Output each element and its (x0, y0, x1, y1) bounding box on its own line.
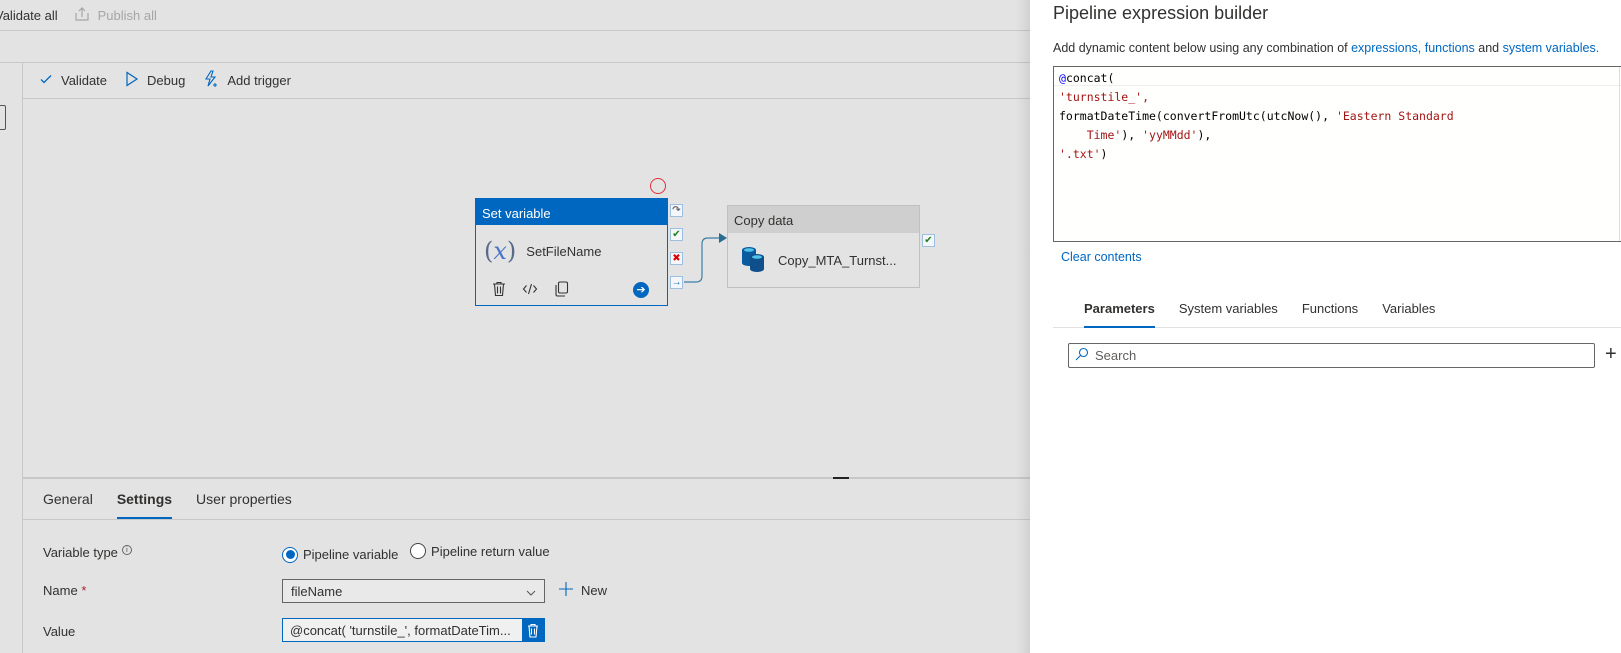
copy-icon[interactable] (554, 280, 569, 300)
radio-button[interactable] (282, 546, 298, 563)
radio-label: Pipeline return value (431, 543, 550, 559)
validate-all-label: Validate all (0, 7, 58, 23)
activity-name: SetFileName (526, 243, 602, 259)
debug-button[interactable]: Debug (125, 71, 185, 90)
set-variable-activity[interactable]: Set variable (x) SetFileName ➔ (475, 198, 668, 306)
code-icon[interactable] (522, 282, 538, 299)
completion-port-icon[interactable]: → (670, 276, 683, 289)
code-line: formatDateTime(convertFromUtc(utcNow(), … (1059, 109, 1454, 123)
properties-tabs: General Settings User properties (23, 479, 1030, 520)
search-placeholder: Search (1095, 348, 1137, 363)
top-command-bar: Validate all Publish all (0, 0, 1030, 31)
panel-title: Pipeline expression builder (1053, 3, 1269, 23)
tab-variables[interactable]: Variables (1382, 297, 1435, 328)
name-label: Name * (43, 583, 86, 598)
code-line: 'turnstile_', (1059, 90, 1150, 104)
failure-port-icon[interactable]: ✖ (670, 252, 683, 265)
activity-type-label: Set variable (476, 199, 667, 225)
activity-type-label: Copy data (728, 206, 919, 233)
tab-general[interactable]: General (43, 491, 93, 519)
plus-icon (559, 582, 573, 599)
clear-contents-link[interactable]: Clear contents (1061, 250, 1142, 264)
code-line-tail: ), 'yyMMdd'), (1121, 128, 1212, 142)
database-icon (740, 245, 766, 276)
publish-all-button[interactable]: Publish all (74, 6, 157, 25)
validate-label: Validate (61, 73, 108, 88)
tab-settings[interactable]: Settings (116, 491, 173, 519)
variable-name-dropdown[interactable]: fileName (282, 579, 545, 603)
required-asterisk: * (81, 583, 87, 598)
variable-x-icon: (x) (484, 237, 517, 265)
builder-description: Add dynamic content below using any comb… (1053, 41, 1599, 55)
tab-functions[interactable]: Functions (1302, 297, 1358, 328)
code-line: '.txt' (1059, 147, 1101, 161)
system-variables-link[interactable]: system variables. (1503, 41, 1600, 55)
search-input[interactable]: Search (1068, 343, 1595, 368)
activities-collapsed-strip (0, 63, 23, 653)
publish-all-label: Publish all (97, 7, 157, 23)
go-to-arrow-icon[interactable]: ➔ (633, 282, 649, 298)
success-port-icon[interactable]: ✔ (922, 234, 935, 247)
expressions-functions-link[interactable]: expressions, functions (1351, 41, 1475, 55)
tab-user-properties[interactable]: User properties (196, 491, 292, 519)
tab-parameters[interactable]: Parameters (1084, 297, 1155, 328)
debug-label: Debug (147, 73, 186, 88)
checkmark-icon (39, 72, 53, 89)
new-variable-button[interactable]: New (559, 582, 607, 599)
validate-button[interactable]: Validate (39, 72, 107, 89)
builder-tabs: Parameters System variables Functions Va… (1053, 297, 1621, 328)
variable-type-radio-group: Pipeline variable Pipeline return value (282, 543, 558, 563)
description-text: Add dynamic content below using any comb… (1053, 41, 1352, 55)
tab-row (0, 31, 1030, 63)
new-label: New (581, 583, 608, 598)
tab-system-variables[interactable]: System variables (1179, 297, 1278, 328)
pipeline-toolbar: Validate Debug Add trigger (23, 63, 1030, 99)
activity-name: Copy_MTA_Turnst... (778, 252, 897, 268)
variable-type-label: Variable type i (43, 545, 132, 560)
trash-icon (528, 623, 538, 638)
radio-button[interactable] (410, 543, 427, 559)
info-icon[interactable]: i (121, 545, 132, 555)
copy-data-activity[interactable]: Copy data Copy_MTA_Turnst... (727, 205, 920, 288)
add-parameter-button[interactable]: + (1605, 343, 1617, 365)
code-line: concat( (1065, 71, 1115, 85)
add-trigger-label: Add trigger (227, 73, 291, 88)
value-expression-text: @concat( 'turnstile_', formatDateTim... (290, 622, 511, 638)
code-line: Time' (1059, 128, 1122, 142)
play-icon (125, 71, 139, 90)
search-icon (1075, 347, 1089, 364)
expression-builder-panel: Pipeline expression builder Add dynamic … (1030, 0, 1621, 653)
delete-expression-button[interactable] (522, 619, 544, 641)
radio-pipeline-variable[interactable]: Pipeline variable (282, 546, 399, 563)
expression-code: @concat( 'turnstile_', formatDateTime(co… (1059, 71, 1454, 161)
expression-editor[interactable]: @concat( 'turnstile_', formatDateTime(co… (1053, 66, 1621, 242)
value-text: Value (43, 624, 76, 639)
description-text: and (1474, 41, 1503, 55)
value-label: Value (43, 624, 75, 639)
editor-scrollbar[interactable] (1619, 67, 1620, 241)
chevron-down-icon (526, 584, 536, 599)
validate-all-button[interactable]: Validate all (0, 8, 58, 23)
dropdown-value: fileName (291, 583, 343, 599)
publish-icon (74, 6, 90, 25)
radio-label: Pipeline variable (303, 547, 399, 562)
radio-pipeline-return-value[interactable]: Pipeline return value (410, 543, 550, 559)
error-indicator-icon (650, 178, 666, 194)
add-trigger-button[interactable]: Add trigger (203, 70, 291, 91)
activity-properties-panel: General Settings User properties Variabl… (23, 479, 1030, 653)
lightning-add-icon (203, 70, 219, 91)
pipeline-editor-pane: Validate all Publish all Validate Debug (0, 0, 1030, 653)
name-text: Name (43, 583, 78, 598)
collapse-handle[interactable] (0, 105, 6, 130)
value-expression-field[interactable]: @concat( 'turnstile_', formatDateTim... (282, 618, 545, 642)
variable-type-text: Variable type (43, 545, 118, 560)
activity-output-ports: ↷ ✔ ✖ → (670, 204, 684, 300)
delete-icon[interactable] (492, 281, 506, 300)
skip-port-icon[interactable]: ↷ (670, 204, 683, 217)
success-port-icon[interactable]: ✔ (670, 228, 683, 241)
